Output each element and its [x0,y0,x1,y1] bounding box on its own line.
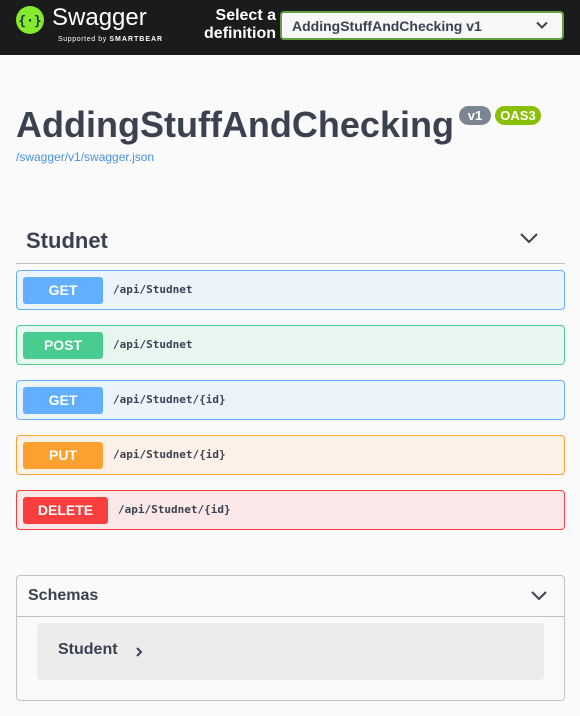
chevron-right-icon[interactable] [135,646,143,658]
definition-select-value: AddingStuffAndChecking v1 [292,18,482,34]
svg-text:{·}: {·} [18,14,41,29]
method-badge: GET [23,387,103,414]
method-badge: PUT [23,442,103,469]
brand-sub-company: SMARTBEAR [109,36,164,43]
swagger-logo-icon[interactable]: {·} [16,6,44,34]
chevron-down-icon[interactable] [519,232,539,244]
tag-header[interactable]: Studnet [16,218,565,264]
method-badge: GET [23,277,103,304]
topbar: {·} Swagger Supported by SMARTBEAR Selec… [0,0,580,55]
model-name: Student [58,641,118,658]
method-badge: POST [23,332,103,359]
schemas-section: Schemas Student [16,575,565,701]
tag-name: Studnet [26,228,108,253]
model-student[interactable]: Student [37,623,544,680]
operation-get-studnet[interactable]: GET /api/Studnet [16,270,565,310]
method-badge: DELETE [23,497,108,524]
definition-select[interactable]: AddingStuffAndChecking v1 [280,11,564,40]
brand-supported-by: Supported by SMARTBEAR [58,35,163,44]
oas-badge: OAS3 [495,106,541,125]
operation-path: /api/Studnet/{id} [113,448,226,461]
chevron-down-icon[interactable] [530,590,548,601]
page-title: AddingStuffAndChecking [16,104,454,145]
operation-delete-studnet-id[interactable]: DELETE /api/Studnet/{id} [16,490,565,530]
chevron-down-icon [536,21,548,29]
operation-path: /api/Studnet [113,283,193,296]
operation-put-studnet-id[interactable]: PUT /api/Studnet/{id} [16,435,565,475]
schemas-header[interactable]: Schemas [17,576,564,617]
operation-post-studnet[interactable]: POST /api/Studnet [16,325,565,365]
version-badge: v1 [459,106,491,125]
spec-link[interactable]: /swagger/v1/swagger.json [16,150,154,164]
operation-path: /api/Studnet/{id} [113,393,226,406]
brand-name[interactable]: Swagger [52,5,147,31]
operation-path: /api/Studnet [113,338,193,351]
schemas-title: Schemas [28,587,99,604]
select-definition-label: Select a definition [204,7,276,42]
operation-path: /api/Studnet/{id} [118,503,231,516]
operation-get-studnet-id[interactable]: GET /api/Studnet/{id} [16,380,565,420]
brand-sub-prefix: Supported by [58,36,107,43]
